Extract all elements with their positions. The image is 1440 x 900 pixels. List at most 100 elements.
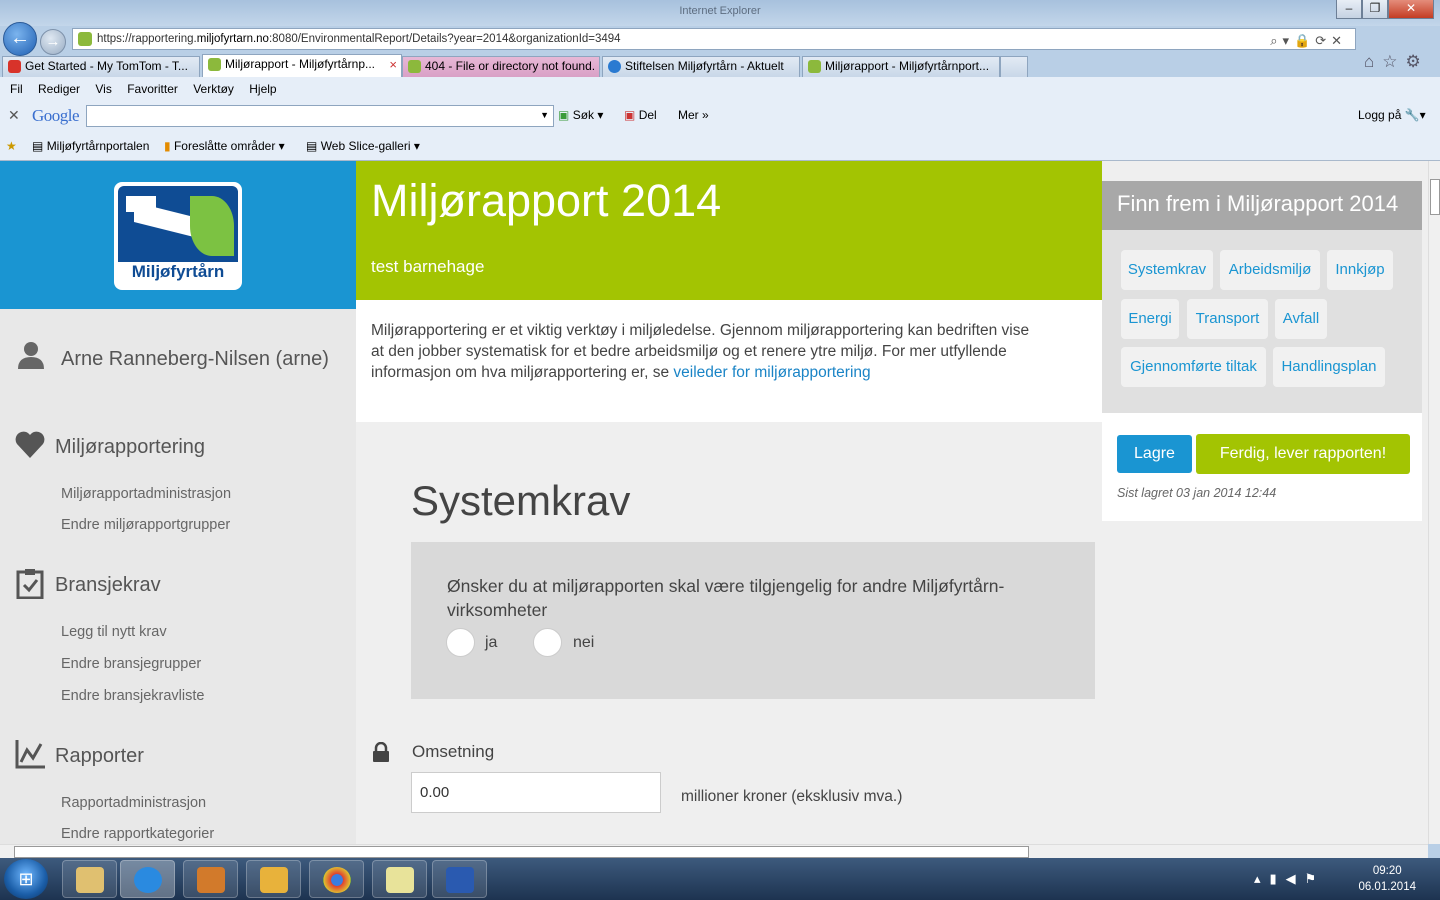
main-content: Systemkrav Ønsker du at miljørapporten s… — [356, 422, 1102, 844]
horizontal-scrollbar[interactable] — [0, 844, 1428, 858]
availability-question-box: Ønsker du at miljørapporten skal være ti… — [411, 542, 1095, 699]
favorite-suggested-sites[interactable]: ▮ Foreslåtte områder ▾ — [164, 139, 285, 153]
favorites-star-icon[interactable]: ★ — [6, 139, 17, 153]
taskbar-chrome[interactable] — [309, 860, 364, 898]
new-tab-button[interactable] — [1000, 56, 1028, 77]
tab-tomtom[interactable]: Get Started - My TomTom - T... — [2, 56, 200, 77]
guide-link[interactable]: veileder for miljørapportering — [673, 364, 870, 381]
page-viewport: Miljøfyrtårn Arne Ranneberg-Nilsen (arne… — [0, 161, 1428, 844]
tab-label: Miljørapport - Miljøfyrtårnp... — [225, 57, 376, 71]
nav-innkjop[interactable]: Innkjøp — [1327, 250, 1393, 290]
login-button[interactable]: Logg på 🔧▾ — [1358, 108, 1426, 122]
vertical-scroll-thumb[interactable] — [1430, 179, 1440, 215]
tab-stiftelsen[interactable]: Stiftelsen Miljøfyrtårn - Aktuelt — [602, 56, 800, 77]
wrench-icon[interactable]: 🔧▾ — [1405, 108, 1426, 122]
search-label: Søk — [572, 108, 595, 122]
radio-yes-label[interactable]: ja — [485, 634, 497, 652]
favorite-label: Foreslåtte områder — [173, 139, 276, 153]
maximize-button[interactable]: ❐ — [1362, 0, 1388, 19]
nav-transport[interactable]: Transport — [1187, 299, 1268, 339]
link-endre-bransjekravliste[interactable]: Endre bransjekravliste — [61, 688, 204, 704]
revenue-label: Omsetning — [412, 742, 495, 761]
link-legg-til-nytt-krav[interactable]: Legg til nytt krav — [61, 624, 167, 640]
favorites-bar: ★ ▤ Miljøfyrtårnportalen ▮ Foreslåtte om… — [0, 131, 1440, 161]
chevron-down-icon[interactable]: ▼ — [540, 110, 549, 120]
radio-no-label[interactable]: nei — [573, 634, 594, 652]
navigation-bar: ← → https://rapportering.miljofyrtarn.no… — [0, 22, 1440, 71]
radio-no[interactable] — [533, 628, 562, 657]
link-endre-miljorapportgrupper[interactable]: Endre miljørapportgrupper — [61, 517, 230, 533]
google-search-input[interactable]: ▼ — [86, 105, 554, 127]
site-favicon — [78, 32, 92, 46]
tab-miljorapport-2[interactable]: Miljørapport - Miljøfyrtårnport... — [802, 56, 1000, 77]
link-endre-rapportkategorier[interactable]: Endre rapportkategorier — [61, 826, 214, 842]
clock[interactable]: 09:20 06.01.2014 — [1358, 863, 1416, 895]
navigation-panel-title: Finn frem i Miljørapport 2014 — [1102, 181, 1422, 230]
close-toolbar-icon[interactable]: ✕ — [8, 107, 20, 124]
lock-icon — [373, 742, 389, 762]
address-actions-icon[interactable]: ⌕▾🔒⟳✕ — [1270, 31, 1347, 51]
taskbar-media-player[interactable] — [183, 860, 238, 898]
minimize-button[interactable]: – — [1336, 0, 1362, 19]
nav-arbeidsmiljo[interactable]: Arbeidsmiljø — [1220, 250, 1320, 290]
tab-miljorapport-active[interactable]: Miljørapport - Miljøfyrtårnp... × — [202, 54, 402, 77]
nav-handlingsplan[interactable]: Handlingsplan — [1273, 347, 1385, 387]
favorite-miljofyrtarnportalen[interactable]: ▤ Miljøfyrtårnportalen — [32, 139, 149, 153]
revenue-unit: millioner kroner (eksklusiv mva.) — [681, 788, 903, 805]
taskbar-outlook[interactable] — [246, 860, 301, 898]
nav-energi[interactable]: Energi — [1121, 299, 1179, 339]
start-button[interactable]: ⊞ — [4, 859, 48, 899]
submit-report-button[interactable]: Ferdig, lever rapporten! — [1196, 434, 1410, 474]
url-domain: miljofyrtarn.no — [196, 33, 269, 45]
revenue-input[interactable]: 0.00 — [411, 772, 661, 813]
nav-systemkrav[interactable]: Systemkrav — [1121, 250, 1213, 290]
horizontal-scroll-thumb[interactable] — [14, 846, 1029, 858]
radio-yes[interactable] — [446, 628, 475, 657]
tab-404[interactable]: 404 - File or directory not found. — [402, 56, 600, 77]
ie-icon — [134, 867, 162, 893]
share-button[interactable]: ▣ Del — [624, 108, 657, 122]
taskbar-explorer[interactable] — [62, 860, 117, 898]
user-icon — [18, 342, 44, 369]
menu-file[interactable]: Fil — [10, 82, 23, 96]
forward-button[interactable]: → — [40, 29, 66, 55]
back-button[interactable]: ← — [3, 22, 37, 56]
nav-avfall[interactable]: Avfall — [1275, 299, 1327, 339]
vertical-scrollbar[interactable] — [1428, 161, 1440, 844]
menu-favorites[interactable]: Favoritter — [127, 82, 178, 96]
menu-view[interactable]: Vis — [95, 82, 111, 96]
miljofyrtarn-logo[interactable]: Miljøfyrtårn — [114, 182, 242, 290]
menu-tools[interactable]: Verktøy — [193, 82, 234, 96]
address-bar[interactable]: https://rapportering.miljofyrtarn.no:808… — [72, 28, 1356, 50]
folder-icon — [76, 867, 104, 893]
favorite-web-slice-gallery[interactable]: ▤ Web Slice-galleri ▾ — [306, 139, 420, 153]
taskbar-internet-explorer[interactable] — [120, 860, 175, 898]
word-icon — [446, 867, 474, 893]
miljofyrtarn-icon — [808, 60, 821, 73]
miljofyrtarn-icon — [408, 60, 421, 73]
more-button[interactable]: Mer » — [678, 108, 709, 122]
close-button[interactable]: ✕ — [1388, 0, 1434, 19]
section-label: Bransjekrav — [55, 574, 161, 596]
user-info[interactable]: Arne Ranneberg-Nilsen (arne) — [16, 341, 346, 377]
menu-help[interactable]: Hjelp — [249, 82, 276, 96]
taskbar-sticky-notes[interactable] — [372, 860, 427, 898]
save-button[interactable]: Lagre — [1117, 435, 1192, 473]
link-miljorapportadministrasjon[interactable]: Miljørapportadministrasjon — [61, 486, 231, 502]
question-text: Ønsker du at miljørapporten skal være ti… — [447, 576, 1005, 620]
last-saved-status: Sist lagret 03 jan 2014 12:44 — [1117, 486, 1277, 500]
system-tray-icons[interactable]: ▴▮◀⚑ — [1254, 871, 1325, 887]
nav-gjennomforte-tiltak[interactable]: Gjennomførte tiltak — [1121, 347, 1266, 387]
tab-strip: Get Started - My TomTom - T... Miljørapp… — [0, 54, 1440, 77]
link-endre-bransjegrupper[interactable]: Endre bransjegrupper — [61, 656, 201, 672]
tab-close-icon[interactable]: × — [389, 55, 397, 74]
link-rapportadministrasjon[interactable]: Rapportadministrasjon — [61, 795, 206, 811]
organization-name: test barnehage — [371, 257, 485, 276]
more-label: Mer — [678, 108, 699, 122]
google-search-button[interactable]: ▣ Søk ▾ — [558, 108, 603, 122]
intro-text: Miljørapportering er et viktig verktøy i… — [356, 300, 1102, 422]
page-icon: ▤ — [306, 139, 318, 153]
menu-edit[interactable]: Rediger — [38, 82, 80, 96]
login-label: Logg på — [1358, 108, 1402, 122]
taskbar-word[interactable] — [432, 860, 487, 898]
